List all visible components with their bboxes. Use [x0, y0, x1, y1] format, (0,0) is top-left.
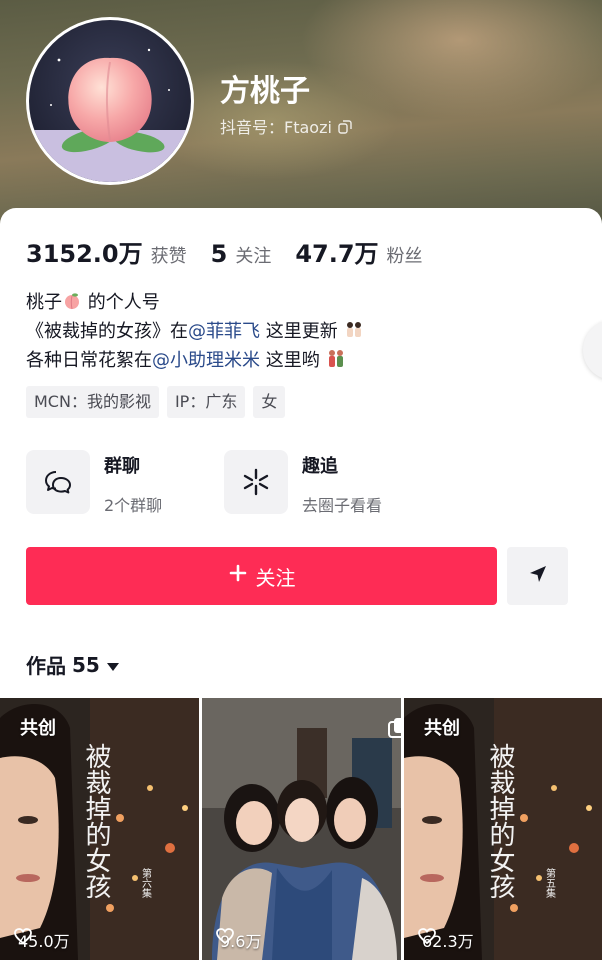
caret-down-icon [106, 653, 120, 677]
video-grid: 被裁掉的女孩 第六集 共创 45.0万 9.6万 被裁掉的女孩 第五集 共创 6… [0, 698, 602, 960]
quzhui-entry[interactable]: 趣追 去圈子看看 [224, 450, 382, 516]
women-emoji-icon [343, 319, 365, 341]
followers-count[interactable]: 47.7万 [295, 234, 378, 269]
likes-label: 获赞 [150, 246, 187, 267]
mention-link[interactable]: @菲菲飞 [188, 321, 260, 342]
share-message-button[interactable] [507, 547, 568, 605]
copy-icon[interactable] [338, 119, 352, 134]
group-chat-entry[interactable]: 群聊 2个群聊 [26, 450, 162, 516]
avatar[interactable] [26, 17, 194, 185]
peach-avatar-image [29, 20, 191, 182]
group-chat-subtitle: 2个群聊 [104, 496, 163, 515]
group-chat-title: 群聊 [104, 456, 140, 477]
bio-text: 《被裁掉的女孩》在 [26, 321, 188, 342]
profile-stats: 3152.0万 获赞 5 关注 47.7万 粉丝 [26, 234, 447, 269]
follow-button[interactable]: 关注 [26, 547, 497, 605]
video-likes: 62.3万 [418, 928, 474, 952]
photo-image [202, 698, 401, 960]
likes-count: 3152.0万 [26, 240, 143, 268]
bio-line-2: 《被裁掉的女孩》在@菲菲飞 这里更新 [26, 317, 365, 346]
couple-emoji-icon [325, 348, 347, 370]
group-chat-icon [26, 450, 90, 514]
works-title: 作品 [26, 654, 66, 678]
send-icon [527, 563, 549, 589]
video-thumbnail[interactable]: 9.6万 [202, 698, 401, 960]
sparkle-icon [224, 450, 288, 514]
following-count[interactable]: 5 [211, 240, 228, 268]
quzhui-title: 趣追 [302, 456, 338, 477]
profile-name: 方桃子 [220, 74, 310, 109]
tag-mcn[interactable]: MCN：我的影视 [26, 386, 159, 418]
video-likes: 9.6万 [216, 928, 261, 952]
co-create-badge: 共创 [20, 718, 56, 739]
video-thumbnail[interactable]: 被裁掉的女孩 第六集 共创 45.0万 [0, 698, 199, 960]
tag-gender: 女 [253, 386, 286, 418]
tag-ip: IP：广东 [166, 386, 246, 418]
profile-tags: MCN：我的影视 IP：广东 女 [26, 386, 286, 418]
bio-text: 这里更新 [260, 321, 338, 342]
bio-text: 这里哟 [260, 350, 320, 371]
peach-emoji-icon [62, 291, 82, 311]
quzhui-subtitle: 去圈子看看 [302, 496, 383, 515]
plus-icon [228, 563, 248, 589]
video-likes: 45.0万 [14, 928, 70, 952]
profile-bio: 桃子 的个人号 《被裁掉的女孩》在@菲菲飞 这里更新 各种日常花絮在@小助理米米… [26, 288, 365, 375]
follow-label: 关注 [255, 567, 296, 590]
douyin-id-text: 抖音号：Ftaozi [220, 118, 332, 137]
video-thumbnail[interactable]: 被裁掉的女孩 第五集 共创 62.3万 [404, 698, 602, 960]
works-tab[interactable]: 作品 55 [26, 650, 120, 679]
bio-text: 桃子 [26, 292, 62, 313]
bio-text: 各种日常花絮在 [26, 350, 152, 371]
bio-text: 的个人号 [82, 292, 160, 313]
following-label[interactable]: 关注 [235, 242, 271, 268]
douyin-id: 抖音号：Ftaozi [220, 114, 352, 138]
svg-text:被裁掉的女孩: 被裁掉的女孩 [81, 743, 111, 899]
svg-text:被裁掉的女孩: 被裁掉的女孩 [485, 743, 515, 899]
followers-label[interactable]: 粉丝 [387, 242, 423, 268]
svg-text:第六集: 第六集 [140, 867, 152, 899]
works-count: 55 [72, 652, 100, 677]
co-create-badge: 共创 [424, 718, 460, 739]
svg-text:第五集: 第五集 [544, 867, 556, 899]
bio-line-1: 桃子 的个人号 [26, 288, 365, 317]
bio-line-3: 各种日常花絮在@小助理米米 这里哟 [26, 346, 365, 375]
mention-link[interactable]: @小助理米米 [152, 350, 260, 371]
